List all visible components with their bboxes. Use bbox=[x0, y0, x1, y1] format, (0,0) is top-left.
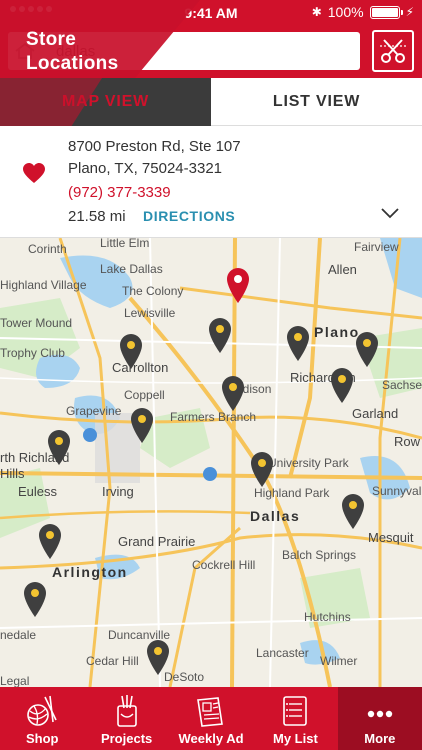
directions-link[interactable]: DIRECTIONS bbox=[143, 208, 235, 224]
store-pin[interactable] bbox=[145, 638, 171, 676]
map-label: Tower Mound bbox=[0, 316, 73, 330]
more-icon bbox=[367, 710, 393, 718]
store-pin[interactable] bbox=[354, 330, 380, 368]
tab-list-view[interactable]: LIST VIEW bbox=[211, 78, 422, 126]
store-pin[interactable] bbox=[46, 428, 72, 466]
store-address-line1: 8700 Preston Rd, Ste 107 bbox=[68, 138, 241, 155]
map-label: Corinth bbox=[28, 242, 67, 256]
store-phone-link[interactable]: (972) 377-3339 bbox=[68, 184, 171, 201]
map-label: Lake Dallas bbox=[100, 262, 163, 276]
store-map[interactable]: Corinth Little Elm Fairview Lake Dallas … bbox=[0, 238, 422, 687]
map-label: The Colony bbox=[122, 284, 184, 298]
map-label: Hills bbox=[0, 466, 25, 481]
store-pin[interactable] bbox=[249, 450, 275, 488]
favorite-heart-icon[interactable] bbox=[22, 162, 46, 184]
battery-icon bbox=[369, 5, 403, 19]
nav-shop[interactable]: Shop bbox=[0, 687, 84, 750]
map-label: Balch Springs bbox=[282, 548, 357, 562]
map-label: Dallas bbox=[250, 508, 301, 524]
map-label: Irving bbox=[102, 484, 134, 499]
map-label: Garland bbox=[352, 406, 399, 421]
nav-more[interactable]: More bbox=[337, 687, 422, 750]
map-label: Farmers Branch bbox=[170, 410, 257, 424]
selected-store-pin[interactable] bbox=[225, 266, 251, 304]
map-label: Trophy Club bbox=[0, 346, 65, 360]
status-bar: 9:41 AM ✱ 100% ⚡ bbox=[0, 0, 422, 24]
map-label: Arlington bbox=[52, 564, 128, 580]
map-label: Hutchins bbox=[304, 610, 351, 624]
map-label: Mesquit bbox=[368, 530, 414, 545]
store-pin[interactable] bbox=[220, 374, 246, 412]
weekly-ad-icon bbox=[197, 697, 223, 727]
map-label: Fairview bbox=[354, 240, 399, 254]
map-label: Lancaster bbox=[256, 646, 309, 660]
map-label: Little Elm bbox=[100, 238, 150, 250]
projects-icon bbox=[116, 695, 137, 727]
store-pin[interactable] bbox=[37, 522, 63, 560]
map-label: Cedar Hill bbox=[86, 654, 139, 668]
store-address-line2: Plano, TX, 75024-3321 bbox=[68, 160, 223, 177]
map-label: Lewisville bbox=[124, 306, 176, 320]
map-label: Legal bbox=[0, 674, 30, 687]
store-pin[interactable] bbox=[22, 580, 48, 618]
bluetooth-icon: ✱ bbox=[311, 5, 322, 19]
store-pin[interactable] bbox=[207, 316, 233, 354]
nav-projects[interactable]: Projects bbox=[84, 687, 168, 750]
map-label: nedale bbox=[0, 628, 37, 642]
nav-weekly-ad[interactable]: Weekly Ad bbox=[169, 687, 253, 750]
map-label: Row bbox=[394, 434, 421, 449]
map-label: Grand Prairie bbox=[118, 534, 196, 549]
map-label: Euless bbox=[18, 484, 58, 499]
map-label: Sachse bbox=[382, 378, 422, 392]
map-label: Grapevine bbox=[66, 404, 122, 418]
page-title: Store Locations bbox=[26, 29, 119, 74]
charging-icon: ⚡ bbox=[405, 5, 414, 19]
store-pin[interactable] bbox=[129, 406, 155, 444]
store-card: 8700 Preston Rd, Ste 107 Plano, TX, 7502… bbox=[0, 126, 422, 238]
map-label: Highland Park bbox=[254, 486, 330, 500]
store-distance: 21.58 mi bbox=[68, 208, 126, 225]
map-label: Allen bbox=[328, 262, 357, 277]
map-label: Cockrell Hill bbox=[192, 558, 256, 572]
store-pin[interactable] bbox=[340, 492, 366, 530]
map-label: Sunnyval bbox=[372, 484, 422, 498]
map-label: Plano bbox=[314, 324, 360, 340]
bottom-nav: Shop Projects Weekly Ad My List More bbox=[0, 687, 422, 750]
nav-my-list[interactable]: My List bbox=[253, 687, 337, 750]
scissors-icon bbox=[380, 39, 406, 63]
map-label: Highland Village bbox=[0, 278, 87, 292]
map-label: Wilmer bbox=[320, 654, 358, 668]
map-label: University Park bbox=[268, 456, 349, 470]
store-pin[interactable] bbox=[118, 332, 144, 370]
map-label: Coppell bbox=[124, 388, 165, 402]
chevron-down-icon[interactable] bbox=[380, 206, 400, 220]
store-pin[interactable] bbox=[285, 324, 311, 362]
battery-percent: 100% bbox=[327, 4, 364, 20]
scissors-button[interactable] bbox=[372, 30, 414, 72]
list-icon bbox=[283, 696, 308, 726]
store-pin[interactable] bbox=[329, 366, 355, 404]
yarn-icon bbox=[27, 695, 57, 726]
